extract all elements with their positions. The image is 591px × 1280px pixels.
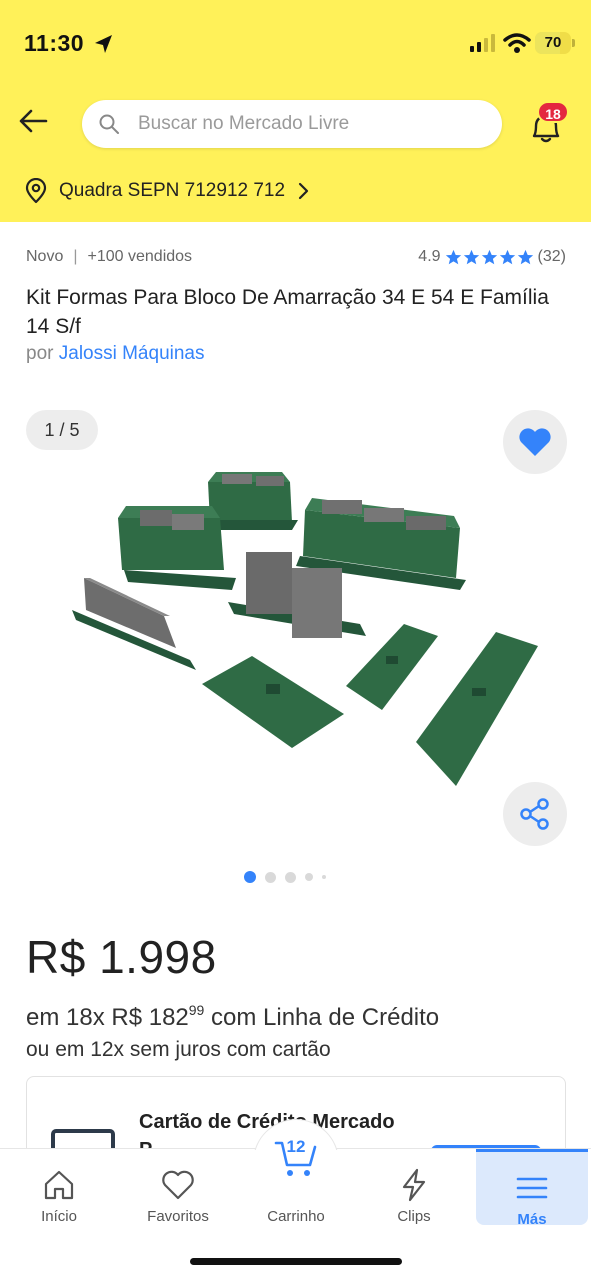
- rating-stars: [445, 249, 534, 266]
- star-icon: [463, 249, 479, 264]
- nav-favorites[interactable]: Favoritos: [128, 1167, 228, 1225]
- search-placeholder: Buscar no Mercado Livre: [138, 113, 350, 134]
- plate-middle-right: [346, 624, 438, 710]
- cart-count: 12: [286, 1137, 306, 1156]
- star-icon: [445, 249, 461, 264]
- nav-cart-label: Carrinho: [267, 1208, 325, 1225]
- sold-count: +100 vendidos: [87, 248, 193, 265]
- nav-favorites-label: Favoritos: [147, 1208, 209, 1225]
- meta-divider: |: [73, 248, 78, 265]
- search-input[interactable]: Buscar no Mercado Livre: [82, 100, 502, 148]
- pagination-dot[interactable]: [285, 871, 296, 883]
- installments-cents: 99: [188, 1002, 205, 1018]
- address-text: Quadra SEPN 712912 712: [59, 180, 286, 201]
- image-pagination[interactable]: [244, 871, 326, 883]
- price: R$ 1.998: [26, 931, 217, 983]
- no-interest-installments: ou em 12x sem juros com cartão: [26, 1038, 331, 1061]
- pagination-dot[interactable]: [244, 871, 256, 883]
- plate-far-right: [416, 632, 538, 786]
- seller-prefix: por: [26, 343, 54, 364]
- seller-line: por Jalossi Máquinas: [26, 343, 205, 365]
- battery-indicator: 70: [535, 32, 575, 54]
- search-icon: [99, 114, 119, 134]
- nav-more-label: Más: [517, 1211, 547, 1228]
- star-icon: [517, 249, 533, 264]
- lightning-icon: [402, 1168, 426, 1202]
- nav-more[interactable]: Más: [476, 1149, 588, 1228]
- heart-icon: [519, 428, 551, 456]
- pagination-dot[interactable]: [265, 871, 276, 883]
- home-indicator: [190, 1258, 402, 1265]
- wifi-icon: [503, 33, 531, 53]
- condition-label: Novo: [26, 248, 64, 265]
- nav-home-label: Início: [41, 1208, 77, 1225]
- status-bar: 11:30 70: [0, 0, 591, 88]
- review-count: (32): [537, 248, 566, 265]
- mold-tray-left: [72, 578, 196, 670]
- chevron-right-icon: [298, 182, 309, 200]
- cellular-signal-icon: [470, 34, 495, 52]
- product-meta: Novo | +100 vendidos: [26, 248, 192, 266]
- notifications-button[interactable]: 18: [524, 101, 569, 146]
- share-button[interactable]: [503, 782, 567, 846]
- delivery-address[interactable]: Quadra SEPN 712912 712: [24, 178, 309, 204]
- installments-suffix: com Linha de Crédito: [211, 1004, 440, 1031]
- pagination-dot[interactable]: [322, 875, 326, 879]
- installments-prefix: em 18x R$ 182: [26, 1004, 189, 1031]
- rating[interactable]: 4.9 (32): [418, 248, 566, 266]
- notification-badge: 18: [537, 101, 569, 123]
- star-icon: [481, 249, 497, 264]
- back-button[interactable]: [16, 104, 50, 138]
- image-counter: 1 / 5: [26, 410, 98, 450]
- pagination-dot[interactable]: [305, 873, 313, 881]
- location-pin-icon: [25, 178, 47, 204]
- arrow-left-icon: [19, 109, 48, 133]
- nav-clips-label: Clips: [397, 1208, 431, 1225]
- nav-home[interactable]: Início: [9, 1167, 109, 1225]
- menu-icon: [516, 1177, 548, 1199]
- status-time: 11:30: [24, 30, 85, 56]
- seller-link[interactable]: Jalossi Máquinas: [59, 343, 205, 364]
- product-title: Kit Formas Para Bloco De Amarração 34 E …: [26, 286, 549, 338]
- star-icon: [499, 249, 515, 264]
- location-arrow-icon: [95, 35, 112, 53]
- nav-clips[interactable]: Clips: [364, 1167, 464, 1225]
- battery-level: 70: [544, 34, 562, 51]
- plate-bottom-left: [202, 656, 344, 748]
- product-image[interactable]: [60, 460, 550, 790]
- share-icon: [520, 798, 549, 830]
- mold-small-left: [118, 506, 236, 590]
- heart-outline-icon: [162, 1170, 194, 1200]
- rating-value: 4.9: [418, 248, 441, 265]
- installments: em 18x R$ 18299 com Linha de Crédito: [26, 1002, 439, 1032]
- home-icon: [44, 1170, 74, 1200]
